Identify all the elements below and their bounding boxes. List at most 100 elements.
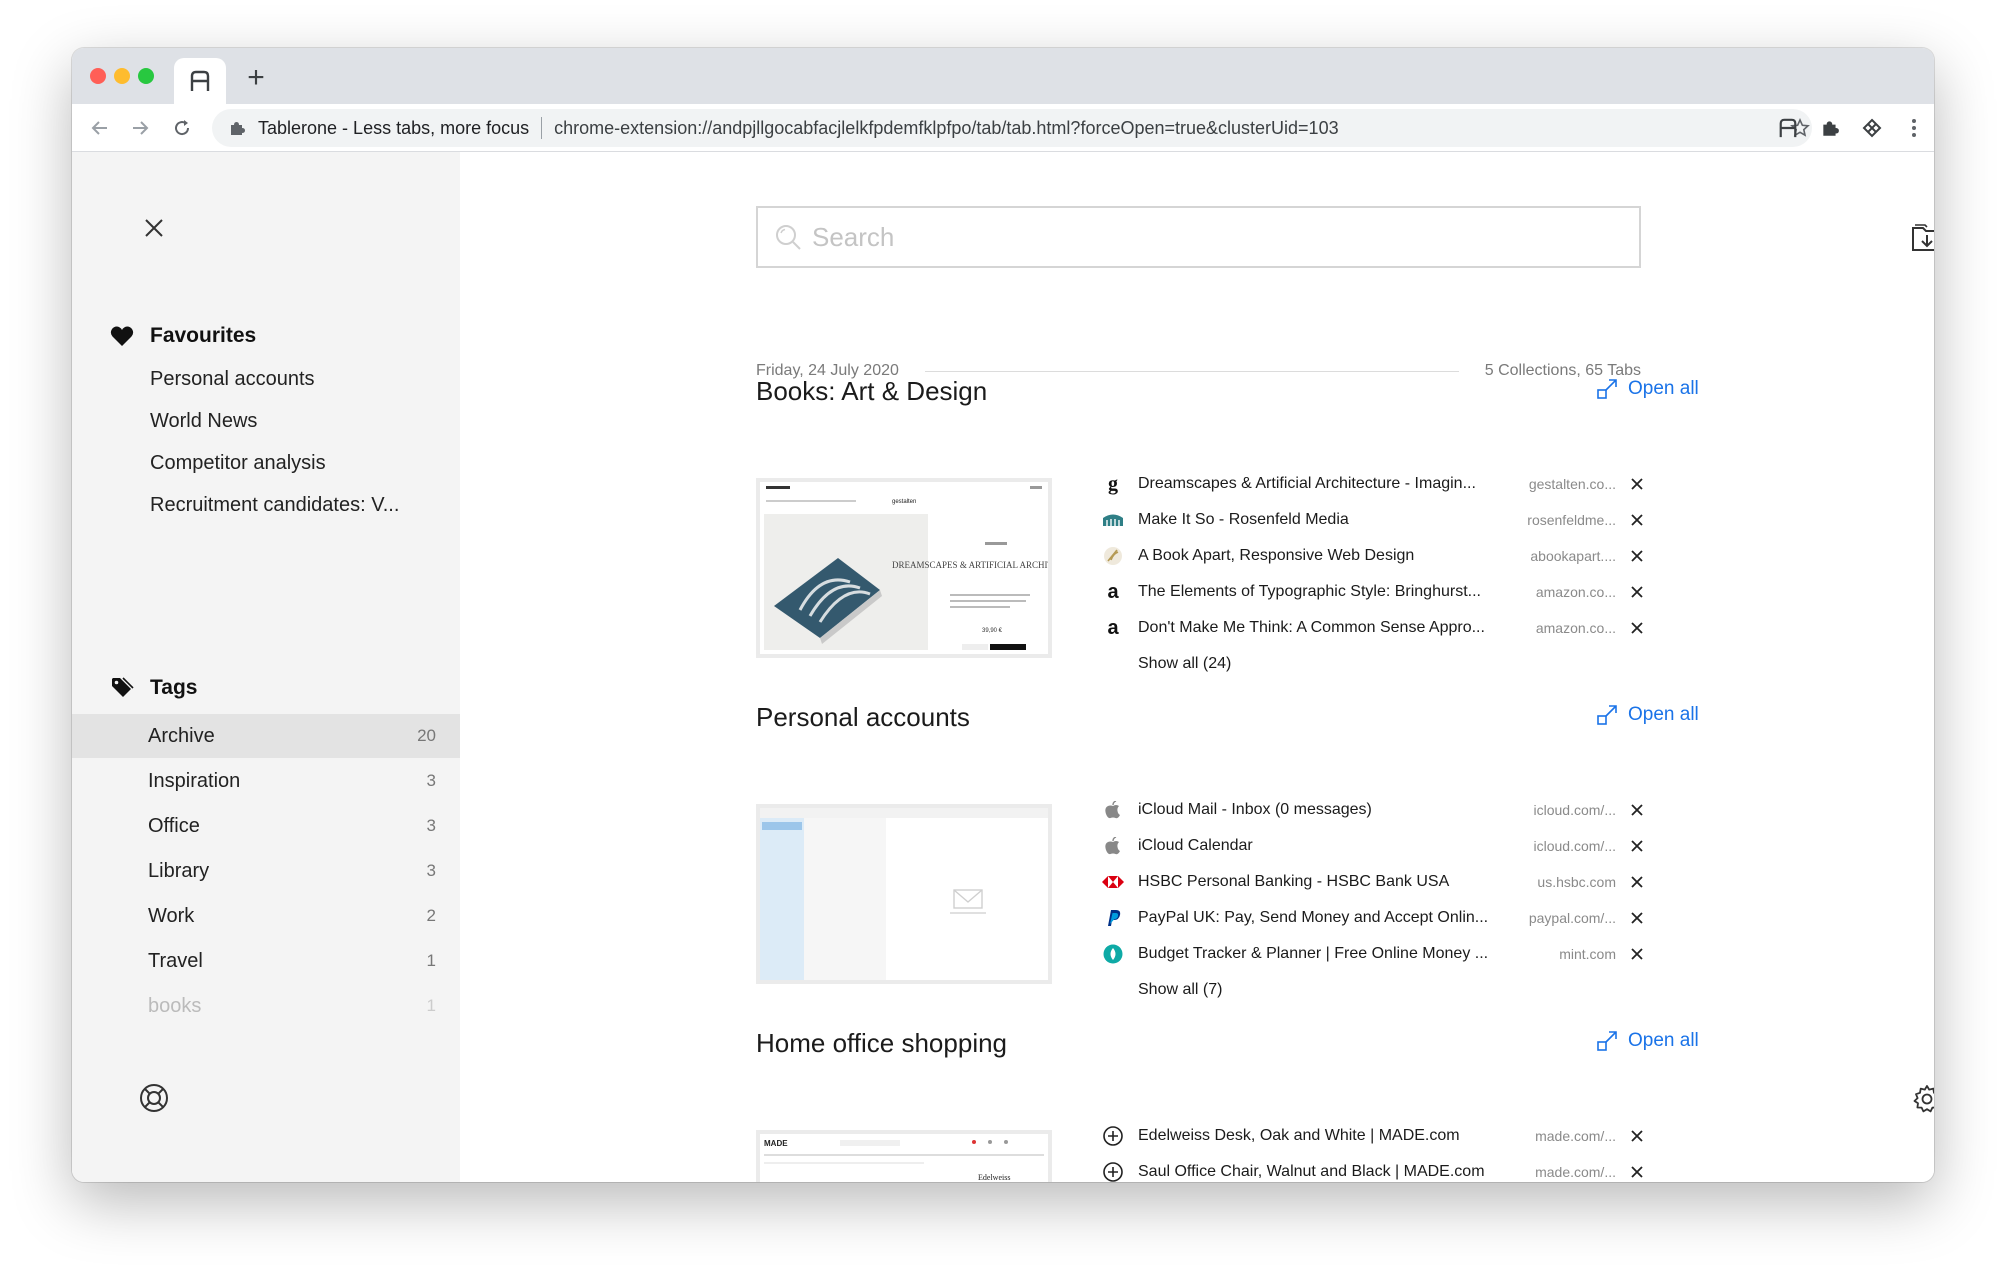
open-all-button[interactable]: Open all (1596, 704, 1699, 726)
maximize-window-button[interactable] (138, 68, 154, 84)
extension-puzzle-icon (231, 122, 245, 135)
collection-title[interactable]: Personal accounts (756, 702, 970, 733)
heart-icon (110, 326, 134, 346)
svg-text:MADE: MADE (764, 1139, 788, 1148)
tab-item[interactable]: Budget Tracker & Planner | Free Online M… (1102, 936, 1662, 972)
favourite-item-recruitment-candidates[interactable]: Recruitment candidates: V... (150, 494, 399, 517)
arrow-right-icon (133, 121, 149, 135)
help-button[interactable] (138, 1082, 170, 1114)
amazon-favicon-icon: a (1107, 616, 1119, 639)
close-icon (1631, 514, 1643, 526)
close-icon (1631, 622, 1643, 634)
extension-puzzle-icon (1823, 121, 1839, 136)
address-bar[interactable]: Tablerone - Less tabs, more focus chrome… (212, 109, 1812, 147)
close-icon (1631, 550, 1643, 562)
page-preview-thumbnail: MADE Edelweiss (760, 1134, 1048, 1182)
close-window-button[interactable] (90, 68, 106, 84)
tag-item-travel[interactable]: Travel 1 (72, 939, 460, 983)
page-preview-thumbnail (760, 808, 1048, 980)
tab-item[interactable]: HSBC Personal Banking - HSBC Bank USA us… (1102, 864, 1662, 900)
rosenfeld-favicon-icon (1102, 509, 1124, 531)
new-tab-button[interactable]: + (240, 62, 272, 94)
collection-tab-list: g Dreamscapes & Artificial Architecture … (1102, 466, 1662, 682)
tab-strip: + (72, 48, 1934, 104)
browser-toolbar: Tablerone - Less tabs, more focus chrome… (72, 104, 1934, 152)
collection-title[interactable]: Books: Art & Design (756, 376, 987, 407)
remove-tab-button[interactable] (1624, 514, 1650, 526)
svg-text:gestalten: gestalten (892, 499, 916, 505)
tab-item[interactable]: A Book Apart, Responsive Web Design aboo… (1102, 538, 1662, 574)
tag-item-work[interactable]: Work 2 (72, 894, 460, 938)
paypal-favicon-icon (1102, 907, 1124, 929)
collection-thumbnail[interactable]: gestalten DREAMSCAPES & ARTIFICIAL ARCHI… (756, 478, 1052, 658)
tag-item-archive[interactable]: Archive 20 (72, 714, 460, 758)
extensions-button[interactable] (1816, 114, 1844, 142)
tag-item-library[interactable]: Library 3 (72, 849, 460, 893)
remove-tab-button[interactable] (1624, 840, 1650, 852)
favourite-item-personal-accounts[interactable]: Personal accounts (150, 368, 315, 391)
close-sidebar-button[interactable] (142, 216, 166, 240)
search-input[interactable] (812, 221, 1612, 253)
external-link-icon (1597, 379, 1617, 399)
favourite-item-world-news[interactable]: World News (150, 410, 257, 433)
tag-item-books[interactable]: books 1 (72, 984, 460, 1028)
open-all-button[interactable]: Open all (1596, 378, 1699, 400)
remove-tab-button[interactable] (1624, 586, 1650, 598)
import-collections-button[interactable] (1910, 220, 1934, 254)
remove-tab-button[interactable] (1624, 948, 1650, 960)
kebab-menu-icon (1912, 119, 1916, 137)
collection-tab-list: Edelweiss Desk, Oak and White | MADE.com… (1102, 1118, 1662, 1182)
tag-item-office[interactable]: Office 3 (72, 804, 460, 848)
external-link-icon (1597, 1031, 1617, 1051)
minimize-window-button[interactable] (114, 68, 130, 84)
show-all-link[interactable]: Show all (24) (1102, 646, 1662, 682)
apple-favicon-icon (1102, 835, 1124, 857)
browser-tab-tablerone[interactable] (174, 58, 226, 104)
remove-tab-button[interactable] (1624, 912, 1650, 924)
collection-title[interactable]: Home office shopping (756, 1028, 1007, 1059)
show-all-link[interactable]: Show all (7) (1102, 972, 1662, 1008)
back-button[interactable] (84, 112, 116, 144)
browser-window: + Tablerone - Less tabs, more focus chro… (72, 48, 1934, 1182)
tab-item[interactable]: Edelweiss Desk, Oak and White | MADE.com… (1102, 1118, 1662, 1154)
remove-tab-button[interactable] (1624, 1130, 1650, 1142)
forward-button[interactable] (124, 112, 156, 144)
tab-item[interactable]: PayPal UK: Pay, Send Money and Accept On… (1102, 900, 1662, 936)
close-icon (1631, 912, 1643, 924)
close-icon (1631, 1166, 1643, 1178)
tab-item[interactable]: iCloud Mail - Inbox (0 messages) icloud.… (1102, 792, 1662, 828)
tablerone-extension-button[interactable] (1774, 114, 1802, 142)
remove-tab-button[interactable] (1624, 550, 1650, 562)
apple-favicon-icon (1102, 799, 1124, 821)
extension-app-button[interactable] (1858, 114, 1886, 142)
collection-thumbnail[interactable]: MADE Edelweiss (756, 1130, 1052, 1182)
tab-item[interactable]: Make It So - Rosenfeld Media rosenfeldme… (1102, 502, 1662, 538)
reload-button[interactable] (166, 112, 198, 144)
remove-tab-button[interactable] (1624, 876, 1650, 888)
tab-item[interactable]: a Don't Make Me Think: A Common Sense Ap… (1102, 610, 1662, 646)
tag-item-inspiration[interactable]: Inspiration 3 (72, 759, 460, 803)
page-preview-thumbnail: gestalten DREAMSCAPES & ARTIFICIAL ARCHI… (760, 482, 1048, 654)
settings-button[interactable] (1912, 1084, 1934, 1114)
remove-tab-button[interactable] (1624, 804, 1650, 816)
collection-thumbnail[interactable] (756, 804, 1052, 984)
close-icon (1631, 876, 1643, 888)
tab-item[interactable]: g Dreamscapes & Artificial Architecture … (1102, 466, 1662, 502)
remove-tab-button[interactable] (1624, 1166, 1650, 1178)
amazon-favicon-icon: a (1107, 580, 1119, 603)
favourite-item-competitor-analysis[interactable]: Competitor analysis (150, 452, 326, 475)
remove-tab-button[interactable] (1624, 622, 1650, 634)
tab-item[interactable]: Saul Office Chair, Walnut and Black | MA… (1102, 1154, 1662, 1182)
search-box[interactable] (756, 206, 1641, 268)
tab-item[interactable]: iCloud Calendar icloud.com/... (1102, 828, 1662, 864)
open-all-button[interactable]: Open all (1596, 1030, 1699, 1052)
remove-tab-button[interactable] (1624, 478, 1650, 490)
tab-item[interactable]: a The Elements of Typographic Style: Bri… (1102, 574, 1662, 610)
folder-download-icon (1912, 224, 1934, 251)
svg-text:Edelweiss: Edelweiss (978, 1173, 1010, 1182)
close-icon (1631, 804, 1643, 816)
browser-menu-button[interactable] (1900, 114, 1928, 142)
svg-text:DREAMSCAPES & ARTIFICIAL ARCHI: DREAMSCAPES & ARTIFICIAL ARCHITECTURE (892, 560, 1048, 570)
tag-icon (112, 677, 134, 697)
close-icon (1631, 1130, 1643, 1142)
